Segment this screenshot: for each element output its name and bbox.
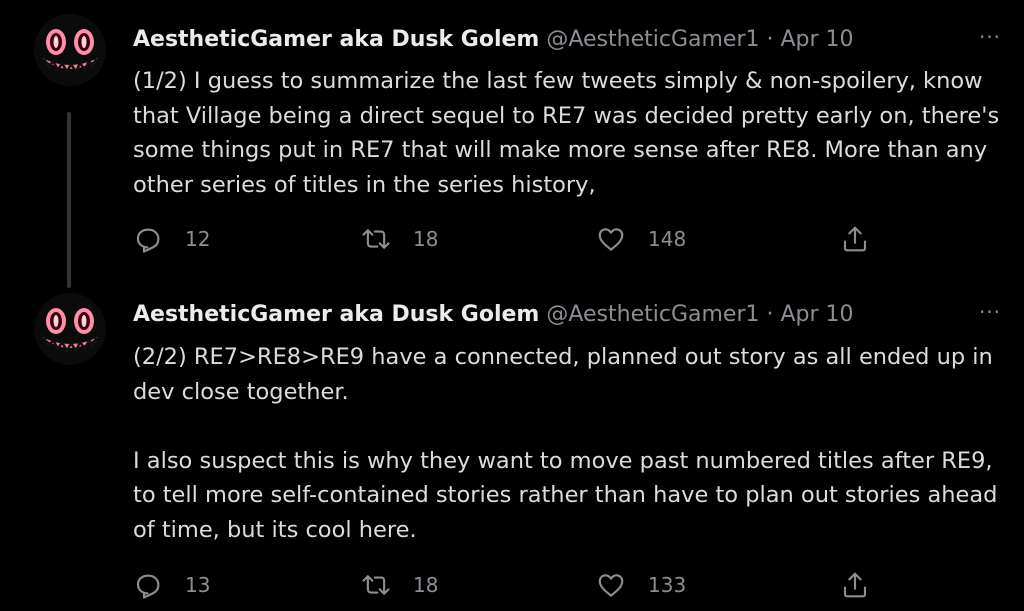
tweet-2[interactable]: AestheticGamer aka Dusk Golem @Aesthetic… <box>0 285 1024 611</box>
author-name[interactable]: AestheticGamer aka Dusk Golem <box>133 302 539 327</box>
thread-connector-line <box>67 112 71 288</box>
share-button[interactable] <box>840 221 870 257</box>
heart-icon <box>598 574 624 597</box>
tweet-actions: 13 18 133 <box>133 567 893 603</box>
avatar[interactable] <box>34 14 106 86</box>
retweet-icon <box>362 229 390 249</box>
retweet-button[interactable]: 18 <box>361 567 438 603</box>
retweet-button[interactable]: 18 <box>361 221 438 257</box>
reply-icon <box>136 574 160 599</box>
reply-count: 12 <box>185 227 211 251</box>
like-count: 133 <box>648 573 687 597</box>
heart-icon <box>598 228 624 251</box>
more-icon[interactable]: ··· <box>970 302 1010 327</box>
tweet-text: (2/2) RE7>RE8>RE9 have a connected, plan… <box>133 340 1013 547</box>
like-button[interactable]: 133 <box>596 567 686 603</box>
tweet-thread: AestheticGamer aka Dusk Golem @Aesthetic… <box>0 0 1024 611</box>
tweet-header: AestheticGamer aka Dusk Golem @Aesthetic… <box>133 301 934 329</box>
tweet-header: AestheticGamer aka Dusk Golem @Aesthetic… <box>133 26 934 54</box>
tweet-date[interactable]: Apr 10 <box>781 27 854 52</box>
retweet-count: 18 <box>413 227 439 251</box>
share-icon <box>843 572 867 598</box>
reply-button[interactable]: 12 <box>133 221 210 257</box>
retweet-count: 18 <box>413 573 439 597</box>
like-count: 148 <box>648 227 687 251</box>
author-name[interactable]: AestheticGamer aka Dusk Golem <box>133 27 539 52</box>
share-button[interactable] <box>840 567 870 603</box>
author-handle[interactable]: @AestheticGamer1 <box>546 27 759 52</box>
retweet-icon <box>362 575 390 595</box>
more-icon[interactable]: ··· <box>970 27 1010 52</box>
like-button[interactable]: 148 <box>596 221 686 257</box>
tweet-paragraph: (1/2) I guess to summarize the last few … <box>133 68 1000 198</box>
reply-icon <box>136 228 160 253</box>
tweet-1[interactable]: AestheticGamer aka Dusk Golem @Aesthetic… <box>0 0 1024 288</box>
tweet-text: (1/2) I guess to summarize the last few … <box>133 64 1013 202</box>
monster-face-icon <box>34 293 106 365</box>
monster-face-icon <box>34 14 106 86</box>
avatar[interactable] <box>34 293 106 365</box>
tweet-date[interactable]: Apr 10 <box>781 302 854 327</box>
separator: · <box>766 27 774 52</box>
separator: · <box>766 302 774 327</box>
share-icon <box>843 226 867 252</box>
tweet-actions: 12 18 148 <box>133 221 893 257</box>
author-handle[interactable]: @AestheticGamer1 <box>546 302 759 327</box>
reply-count: 13 <box>185 573 211 597</box>
tweet-paragraph: (2/2) RE7>RE8>RE9 have a connected, plan… <box>133 344 993 405</box>
reply-button[interactable]: 13 <box>133 567 210 603</box>
tweet-paragraph: I also suspect this is why they want to … <box>133 447 998 543</box>
